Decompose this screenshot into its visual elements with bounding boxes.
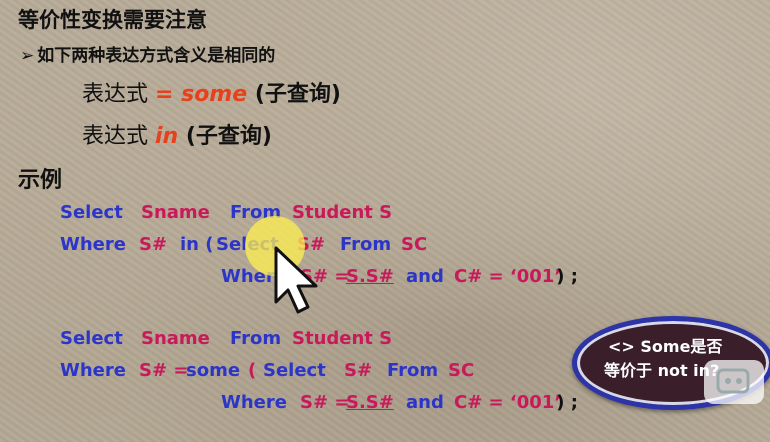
slide-title: 等价性变换需要注意 (18, 8, 207, 32)
expression-suffix: (子查询) (178, 124, 272, 149)
expression-prefix: 表达式 (82, 82, 155, 107)
expression-suffix: (子查询) (247, 82, 341, 107)
sql-keyword: and (406, 266, 444, 287)
sql-column: S# (139, 234, 168, 255)
sql-keyword: Select (60, 328, 123, 349)
bullet-point: ➢ 如下两种表达方式含义是相同的 (20, 41, 275, 66)
sql-terminator: ) ; (550, 392, 578, 413)
sql-keyword: From (340, 234, 392, 255)
app-logo-icon (704, 360, 764, 404)
sql-table: SC (448, 360, 475, 381)
sql-keyword: Where (60, 234, 126, 255)
question-line-2: 等价于 not in? (604, 361, 720, 380)
expression-keyword: = some (155, 82, 248, 107)
sql-column: Sname (141, 202, 210, 223)
sql-reference: S.S# (346, 266, 394, 287)
mouse-pointer-icon (272, 246, 324, 322)
sql-keyword: Select (60, 202, 123, 223)
expression-prefix: 表达式 (82, 124, 155, 149)
sql-keyword: Where (60, 360, 126, 381)
sql-table: Student S (292, 328, 393, 349)
sql-keyword: in ( (180, 234, 214, 255)
sql-condition: C# = ‘001’ (454, 392, 562, 413)
sql-keyword: From (387, 360, 439, 381)
sql-paren: ( (248, 360, 257, 381)
sql-keyword: From (230, 328, 282, 349)
sql-terminator: ) ; (550, 266, 578, 287)
question-line-1: <> Some是否 (608, 337, 723, 356)
sql-table: Student S (292, 202, 393, 223)
sql-column: Sname (141, 328, 210, 349)
expression-in: 表达式 in (子查询) (82, 118, 272, 150)
sql-reference: S.S# (346, 392, 394, 413)
example-heading: 示例 (18, 168, 63, 193)
sql-condition: C# = ‘001’ (454, 266, 562, 287)
bullet-text: 如下两种表达方式含义是相同的 (37, 46, 276, 66)
sql-keyword: and (406, 392, 444, 413)
expression-keyword: in (155, 124, 179, 149)
sql-table: SC (401, 234, 428, 255)
arrow-bullet-icon: ➢ (20, 46, 35, 66)
sql-keyword: Select (263, 360, 326, 381)
sql-keyword: Where (221, 392, 287, 413)
sql-keyword: some (186, 360, 241, 381)
expression-some: 表达式 = some (子查询) (82, 76, 341, 108)
sql-column: S# (344, 360, 373, 381)
